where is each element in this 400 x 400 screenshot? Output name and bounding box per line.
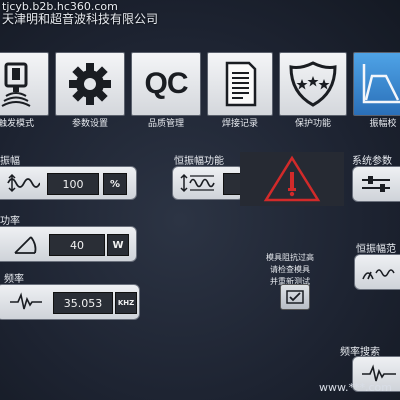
sliders-icon bbox=[362, 176, 390, 192]
amplitude-icon-wrap bbox=[5, 171, 41, 195]
frequency-label: 频率 bbox=[4, 274, 24, 285]
amplitude-value[interactable]: 100 bbox=[47, 173, 99, 195]
power-icon-wrap bbox=[11, 232, 41, 256]
power-value[interactable]: 40 bbox=[49, 234, 105, 256]
tab-tile bbox=[55, 52, 125, 116]
frequency-value[interactable]: 35.053 bbox=[53, 292, 113, 314]
warning-icon bbox=[263, 155, 321, 202]
power-unit: W bbox=[107, 234, 129, 256]
amplitude-wave-icon bbox=[7, 173, 40, 193]
tab-label: 振幅校 bbox=[369, 119, 397, 129]
alarm-message: 模具阻抗过高 请检查模具 并重新测试 bbox=[250, 252, 330, 288]
constant-amplitude-label: 恒振幅功能 bbox=[174, 156, 224, 167]
power-label: 功率 bbox=[0, 216, 20, 227]
system-params-button[interactable] bbox=[352, 166, 400, 202]
tab-tile bbox=[279, 52, 347, 116]
constant-amplitude-range-label: 恒振幅范 bbox=[356, 244, 396, 255]
gear-icon bbox=[69, 63, 111, 105]
power-sector-icon bbox=[14, 236, 37, 254]
tab-quality-management[interactable]: QC 品质管理 bbox=[128, 50, 204, 130]
amplitude-label: 振幅 bbox=[0, 156, 20, 167]
constant-amplitude-icon-wrap bbox=[177, 171, 217, 195]
alarm-confirm-button[interactable] bbox=[280, 284, 310, 310]
document-icon bbox=[225, 61, 257, 107]
qc-icon: QC bbox=[144, 67, 189, 100]
constant-amplitude-control[interactable] bbox=[172, 166, 244, 200]
range-icon-wrap bbox=[359, 260, 399, 284]
trigger-icon bbox=[1, 62, 31, 107]
tab-label: 参数设置 bbox=[71, 119, 108, 129]
tab-weld-records[interactable]: 焊接记录 bbox=[204, 50, 276, 130]
shield-icon bbox=[289, 61, 337, 107]
tab-label: 品质管理 bbox=[147, 119, 184, 129]
tab-tile bbox=[0, 52, 49, 116]
amplitude-unit: % bbox=[103, 173, 127, 195]
tab-tile: QC bbox=[131, 52, 201, 116]
confirm-check-icon bbox=[286, 290, 304, 304]
frequency-icon-wrap bbox=[7, 290, 45, 314]
alarm-line: 请检查模具 bbox=[270, 265, 310, 274]
power-control[interactable]: 40 W bbox=[0, 226, 137, 262]
system-params-label: 系统参数 bbox=[352, 156, 392, 167]
tab-parameter-settings[interactable]: 参数设置 bbox=[52, 50, 128, 130]
range-gauge-icon bbox=[362, 269, 395, 280]
tab-tile bbox=[207, 52, 273, 116]
tab-amplitude-calibration[interactable]: 振幅校 bbox=[350, 50, 400, 130]
tab-trigger-mode[interactable]: 触发模式 bbox=[0, 50, 52, 130]
tab-tile bbox=[353, 52, 400, 116]
watermark-corner: www.***.com bbox=[319, 381, 392, 394]
tab-protection[interactable]: 保护功能 bbox=[276, 50, 350, 130]
hmi-screen: tjcyb.b2b.hc360.com 天津明和超音波科技有限公司 触发模式 参… bbox=[0, 0, 400, 400]
constant-amplitude-icon bbox=[180, 173, 215, 193]
top-nav: 触发模式 参数设置 QC 品质管理 焊接记录 保护功能 振幅校 bbox=[0, 50, 400, 130]
amplitude-control[interactable]: 100 % bbox=[0, 166, 137, 200]
tab-label: 保护功能 bbox=[294, 119, 331, 129]
frequency-unit: KHZ bbox=[115, 292, 137, 314]
constant-amplitude-range-button[interactable] bbox=[354, 254, 400, 290]
amplitude-curve-icon bbox=[362, 64, 400, 104]
alarm-panel bbox=[240, 152, 344, 206]
tab-label: 触发模式 bbox=[0, 119, 34, 129]
frequency-pulse-icon bbox=[10, 292, 42, 310]
watermark: tjcyb.b2b.hc360.com 天津明和超音波科技有限公司 bbox=[2, 0, 158, 26]
sliders-icon-wrap bbox=[359, 172, 393, 196]
frequency-control[interactable]: 35.053 KHZ bbox=[0, 284, 140, 320]
watermark-company: 天津明和超音波科技有限公司 bbox=[2, 12, 159, 26]
tab-label: 焊接记录 bbox=[221, 119, 258, 129]
alarm-line: 模具阻抗过高 bbox=[266, 253, 314, 262]
